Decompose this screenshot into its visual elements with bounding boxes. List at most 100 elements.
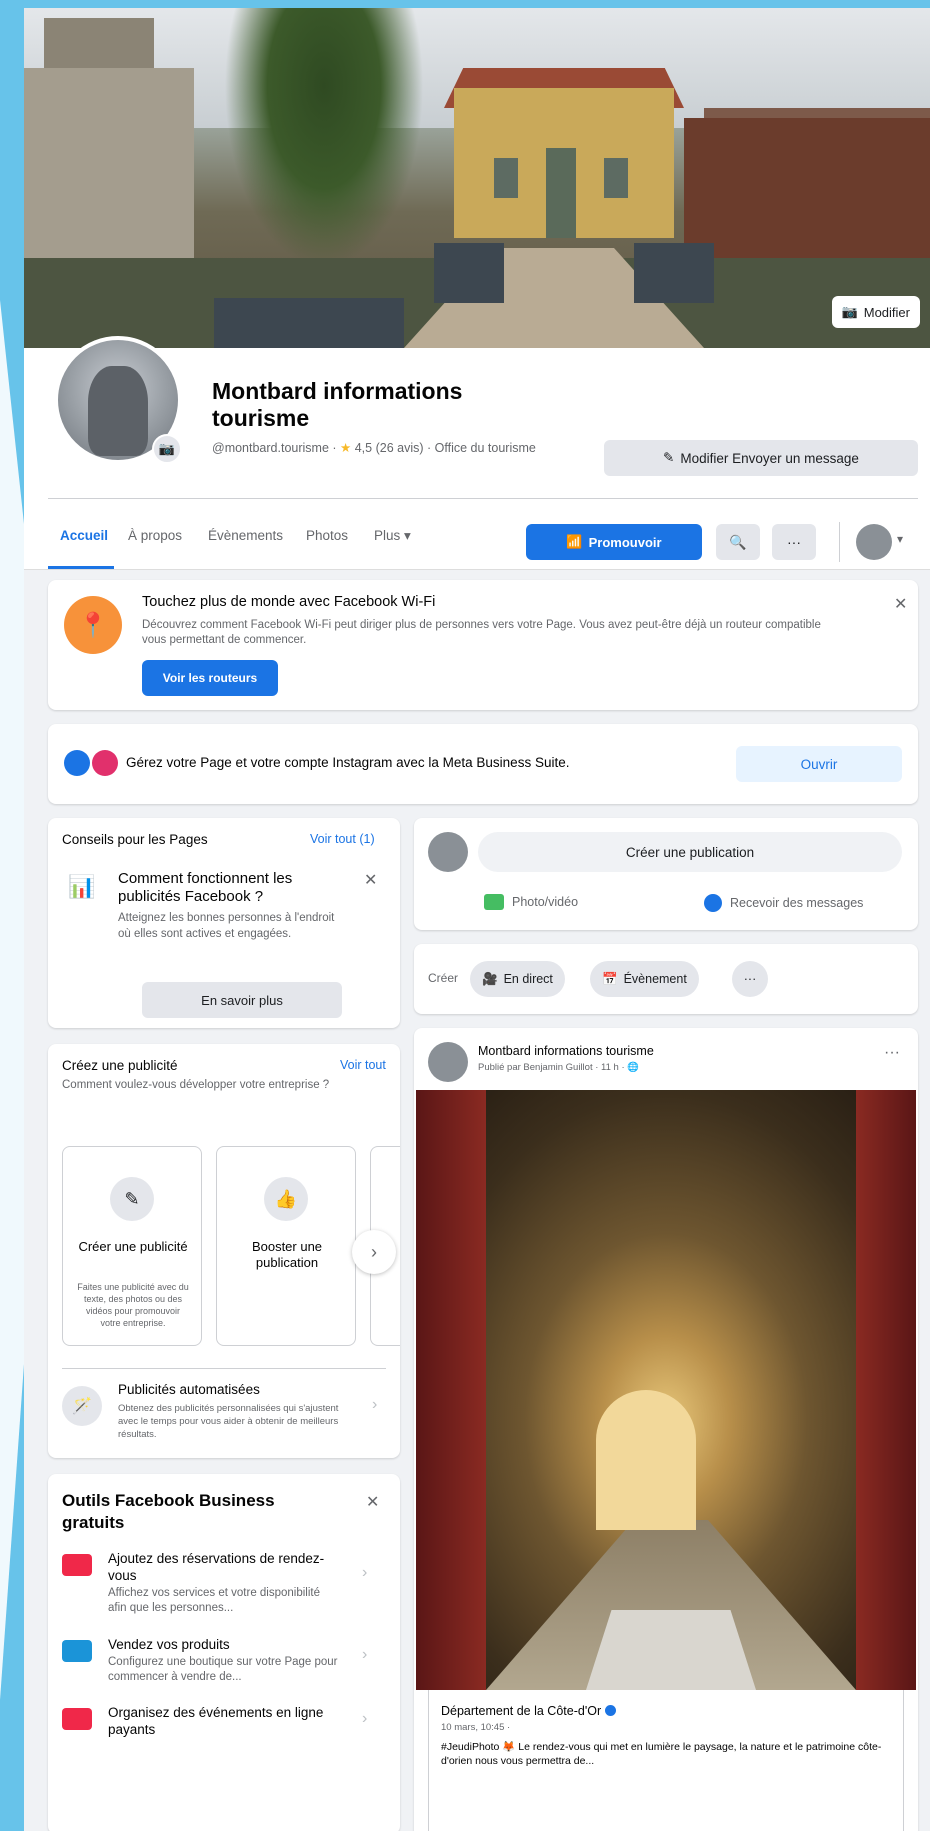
- cover-house: [454, 88, 674, 238]
- tool-title: Ajoutez des réservations de rendez-vous: [108, 1551, 325, 1583]
- tab-photos[interactable]: Photos: [306, 528, 348, 543]
- live-label: En direct: [503, 972, 553, 986]
- shared-post-date: 10 mars, 10:45 ·: [441, 1722, 511, 1733]
- page-rating[interactable]: 4,5 (26 avis): [355, 441, 424, 455]
- tile-description: Faites une publicité avec du texte, des …: [77, 1282, 189, 1328]
- bar-chart-icon: 📊: [68, 874, 96, 899]
- get-messages-option[interactable]: Recevoir des messages: [704, 894, 863, 912]
- close-icon[interactable]: ✕: [894, 594, 907, 614]
- location-pin-icon: 📍: [64, 596, 122, 654]
- event-icon: [62, 1708, 92, 1730]
- learn-more-button[interactable]: En savoir plus: [142, 982, 342, 1018]
- active-tab-indicator: [48, 566, 114, 569]
- tip-title[interactable]: Comment fonctionnent les publicités Face…: [118, 870, 338, 906]
- create-post-input[interactable]: Créer une publication: [478, 832, 902, 872]
- post-meta: Publié par Benjamin Guillot · 11 h · 🌐: [478, 1062, 639, 1073]
- create-label: Créer: [428, 971, 459, 985]
- edit-send-message-button[interactable]: ✎ Modifier Envoyer un message: [604, 440, 918, 476]
- cover-window: [604, 158, 628, 198]
- search-button[interactable]: 🔍: [716, 524, 760, 560]
- chart-icon: 📶: [566, 534, 583, 549]
- post-composer: Créer une publication Photo/vidéo Recevo…: [414, 818, 918, 930]
- page-nav: Accueil À propos Évènements Photos Plus …: [24, 508, 930, 570]
- cover-planter: [634, 243, 714, 303]
- tab-about[interactable]: À propos: [128, 528, 182, 543]
- facebook-page: 📷 Modifier 📷 Montbard informations touri…: [24, 8, 930, 1831]
- more-icon: ···: [743, 972, 757, 986]
- create-ad-tile[interactable]: ✎ Créer une publicité Faites une publici…: [62, 1146, 202, 1346]
- see-routers-button[interactable]: Voir les routeurs: [142, 660, 278, 696]
- tips-heading: Conseils pour les Pages: [62, 832, 208, 847]
- cover-photo: 📷 Modifier: [24, 8, 930, 348]
- business-tools-card: Outils Facebook Business gratuits ✕ Ajou…: [48, 1474, 400, 1831]
- magic-wand-icon: 🪄: [62, 1386, 102, 1426]
- more-options-button[interactable]: ···: [772, 524, 816, 560]
- ad-see-all-link[interactable]: Voir tout: [340, 1058, 386, 1072]
- cover-hedge: [684, 118, 930, 268]
- photo-door-left: [416, 1090, 486, 1690]
- thumbs-up-icon: 👍: [264, 1177, 308, 1221]
- close-icon[interactable]: ✕: [366, 1492, 379, 1512]
- ad-heading: Créez une publicité: [62, 1058, 178, 1073]
- automated-ads-description: Obtenez des publicités personnalisées qu…: [118, 1403, 339, 1440]
- post-more-icon[interactable]: ···: [884, 1044, 900, 1062]
- page-tips-card: Conseils pour les Pages Voir tout (1) 📊 …: [48, 818, 400, 1028]
- tile-title: Créer une publicité: [78, 1239, 188, 1254]
- tab-events[interactable]: Évènements: [208, 528, 283, 543]
- camera-icon[interactable]: 📷: [152, 434, 182, 464]
- tab-more[interactable]: Plus ▾: [374, 528, 411, 544]
- meta-business-card: Gérez votre Page et votre compte Instagr…: [48, 724, 918, 804]
- shared-post-author[interactable]: Département de la Côte-d'Or: [441, 1704, 617, 1718]
- promote-button[interactable]: 📶 Promouvoir: [526, 524, 702, 560]
- tool-item-events[interactable]: Organisez des événements en ligne payant…: [62, 1704, 382, 1774]
- messenger-icon: [704, 894, 722, 912]
- close-icon[interactable]: ✕: [364, 870, 377, 890]
- chevron-right-icon[interactable]: ›: [372, 1396, 377, 1414]
- photo-icon: [484, 894, 504, 910]
- event-label: Évènement: [623, 972, 687, 986]
- account-avatar[interactable]: [856, 524, 892, 560]
- event-button[interactable]: 📅 Évènement: [590, 961, 699, 997]
- edit-icon: ✎: [110, 1177, 154, 1221]
- boost-post-tile[interactable]: 👍 Booster une publication: [216, 1146, 356, 1346]
- cover-planter: [434, 243, 504, 303]
- tool-item-appointments[interactable]: Ajoutez des réservations de rendez-vous …: [62, 1550, 382, 1620]
- instagram-icon: [92, 750, 118, 776]
- tool-description: Affichez vos services et votre disponibi…: [108, 1587, 320, 1614]
- tile-title: Booster une publication: [251, 1239, 323, 1270]
- nav-separator: [839, 522, 840, 562]
- carousel-next-button[interactable]: ›: [352, 1230, 396, 1274]
- tab-home[interactable]: Accueil: [60, 528, 108, 543]
- shared-author-name: Département de la Côte-d'Or: [441, 1704, 602, 1718]
- more-create-options-button[interactable]: ···: [732, 961, 768, 997]
- open-meta-button[interactable]: Ouvrir: [736, 746, 902, 782]
- composer-avatar[interactable]: [428, 832, 468, 872]
- page-category: Office du tourisme: [434, 441, 536, 455]
- tips-see-all-link[interactable]: Voir tout (1): [310, 832, 375, 846]
- photo-slab: [586, 1610, 756, 1690]
- calendar-icon: 📅: [602, 971, 618, 986]
- globe-icon: 🌐: [627, 1062, 640, 1073]
- photo-video-option[interactable]: Photo/vidéo: [484, 894, 578, 910]
- tool-item-sell[interactable]: Vendez vos produits Configurez une bouti…: [62, 1636, 382, 1706]
- shared-post: Département de la Côte-d'Or 10 mars, 10:…: [428, 1690, 904, 1831]
- tab-more-label: Plus: [374, 528, 401, 543]
- search-icon: 🔍: [729, 533, 747, 550]
- meta-icons: [64, 750, 118, 776]
- automated-ads-title[interactable]: Publicités automatisées: [118, 1382, 260, 1397]
- live-button[interactable]: 🎥 En direct: [470, 961, 565, 997]
- tool-title: Organisez des événements en ligne payant…: [108, 1705, 324, 1737]
- star-icon: ★: [340, 441, 352, 455]
- chevron-right-icon: ›: [362, 1710, 368, 1727]
- get-messages-label: Recevoir des messages: [730, 896, 864, 910]
- chevron-right-icon: ›: [371, 1241, 377, 1262]
- caret-down-icon: ▾: [404, 528, 411, 543]
- tools-title: Outils Facebook Business gratuits: [62, 1491, 275, 1532]
- post-photo[interactable]: [416, 1090, 916, 1690]
- post-author[interactable]: Montbard informations tourisme: [478, 1044, 654, 1058]
- cover-planter: [214, 298, 404, 348]
- caret-down-icon[interactable]: ▾: [897, 532, 903, 546]
- edit-cover-button[interactable]: 📷 Modifier: [831, 296, 920, 328]
- tool-title: Vendez vos produits: [108, 1637, 230, 1652]
- post-author-avatar[interactable]: [428, 1042, 468, 1082]
